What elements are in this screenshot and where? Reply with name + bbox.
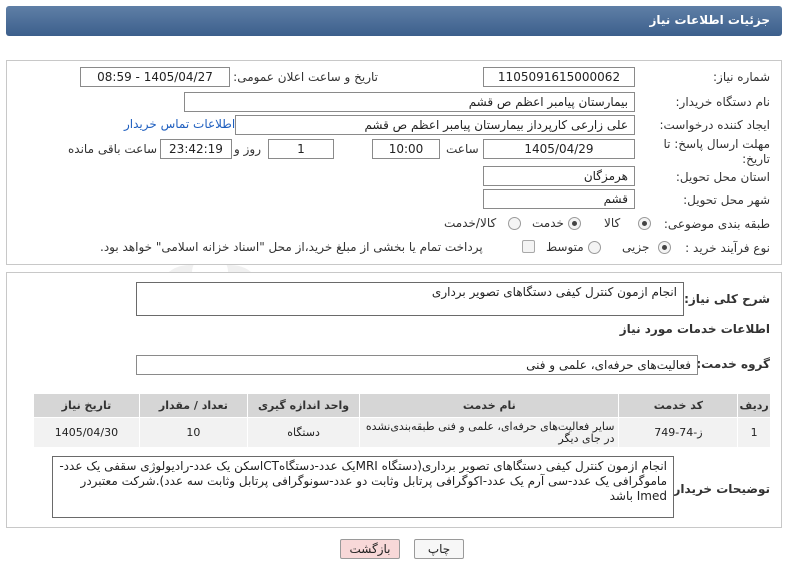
column-service-code: کد خدمت bbox=[618, 393, 739, 418]
deadline-label: مهلت ارسال پاسخ: تا تاریخ: bbox=[663, 137, 770, 166]
province-label: استان محل تحویل: bbox=[675, 170, 770, 184]
process-type-label: نوع فرآیند خرید : bbox=[685, 241, 770, 255]
process-option-medium: متوسط bbox=[546, 240, 584, 254]
category-option-goods: کالا bbox=[604, 216, 621, 230]
buyer-org-label: نام دستگاه خریدار: bbox=[675, 95, 771, 109]
buyer-org-field[interactable]: بیمارستان پیامبر اعظم ص قشم bbox=[184, 92, 635, 112]
deadline-time-field[interactable]: 10:00 bbox=[372, 139, 440, 159]
column-quantity: تعداد / مقدار bbox=[138, 393, 248, 418]
print-button[interactable]: چاپ bbox=[414, 539, 464, 559]
category-label: طبقه بندی موضوعی: bbox=[663, 217, 770, 231]
back-button[interactable]: بازگشت bbox=[340, 539, 400, 559]
category-option-goods-service: کالا/خدمت bbox=[444, 216, 497, 230]
summary-label: شرح کلی نیاز: bbox=[684, 292, 770, 306]
column-unit: واحد اندازه گیری bbox=[246, 393, 361, 418]
days-label: روز و bbox=[234, 142, 261, 156]
treasury-payment-note: پرداخت تمام یا بخشی از مبلغ خرید،از محل … bbox=[100, 240, 483, 254]
announce-datetime-field[interactable]: 1405/04/27 - 08:59 bbox=[80, 67, 230, 87]
service-group-label: گروه خدمت: bbox=[696, 357, 770, 371]
column-row-number: ردیف bbox=[737, 393, 771, 418]
remaining-time-field[interactable]: 23:42:19 bbox=[160, 139, 232, 159]
creator-field[interactable]: علی زارعی کارپرداز بیمارستان پیامبر اعظم… bbox=[235, 115, 635, 135]
province-field[interactable]: هرمزگان bbox=[483, 166, 635, 186]
buyer-notes-textarea[interactable]: انجام ازمون کنترل کیفی دستگاهای تصویر بر… bbox=[52, 456, 674, 518]
process-radio-medium[interactable] bbox=[588, 241, 601, 254]
buyer-notes-label: توضیحات خریدار: bbox=[668, 482, 770, 496]
need-number-label: شماره نیاز: bbox=[713, 70, 770, 84]
deadline-time-label: ساعت bbox=[446, 142, 479, 156]
cell-service-code: ز-74-749 bbox=[618, 417, 739, 448]
services-section-title: اطلاعات خدمات مورد نیاز bbox=[619, 322, 770, 336]
treasury-payment-checkbox[interactable] bbox=[522, 240, 535, 253]
days-remaining-field[interactable]: 1 bbox=[268, 139, 334, 159]
remaining-time-label: ساعت باقی مانده bbox=[68, 142, 158, 156]
column-service-name: نام خدمت bbox=[359, 393, 620, 418]
cell-row-number: 1 bbox=[737, 417, 771, 448]
process-radio-minor[interactable] bbox=[658, 241, 671, 254]
announce-datetime-label: تاریخ و ساعت اعلان عمومی: bbox=[233, 70, 378, 84]
buyer-contact-link[interactable]: اطلاعات تماس خریدار bbox=[124, 117, 235, 131]
category-option-service: خدمت bbox=[532, 216, 564, 230]
cell-quantity: 10 bbox=[138, 417, 248, 448]
city-field[interactable]: قشم bbox=[483, 189, 635, 209]
service-group-field[interactable]: فعالیت‌های حرفه‌ای، علمی و فنی bbox=[136, 355, 698, 375]
category-radio-service[interactable] bbox=[568, 217, 581, 230]
category-radio-goods[interactable] bbox=[638, 217, 651, 230]
summary-textarea[interactable]: انجام ازمون کنترل کیفی دستگاهای تصویر بر… bbox=[136, 282, 684, 316]
page-title: جزئیات اطلاعات نیاز bbox=[649, 13, 770, 27]
city-label: شهر محل تحویل: bbox=[683, 193, 770, 207]
cell-service-name: سایر فعالیت‌های حرفه‌ای، علمی و فنی طبقه… bbox=[359, 417, 620, 448]
need-number-field[interactable]: 1105091615000062 bbox=[483, 67, 635, 87]
category-radio-goods-service[interactable] bbox=[508, 217, 521, 230]
creator-label: ایجاد کننده درخواست: bbox=[659, 118, 770, 132]
page-title-bar: جزئیات اطلاعات نیاز bbox=[6, 6, 782, 36]
cell-unit: دستگاه bbox=[246, 417, 361, 448]
process-option-minor: جزیی bbox=[622, 240, 650, 254]
cell-need-date: 1405/04/30 bbox=[33, 417, 140, 448]
table-row: 1405/04/30 10 دستگاه سایر فعالیت‌های حرف… bbox=[33, 417, 771, 448]
column-need-date: تاریخ نیاز bbox=[33, 393, 140, 418]
deadline-date-field[interactable]: 1405/04/29 bbox=[483, 139, 635, 159]
services-table: تاریخ نیاز تعداد / مقدار واحد اندازه گیر… bbox=[33, 393, 771, 448]
